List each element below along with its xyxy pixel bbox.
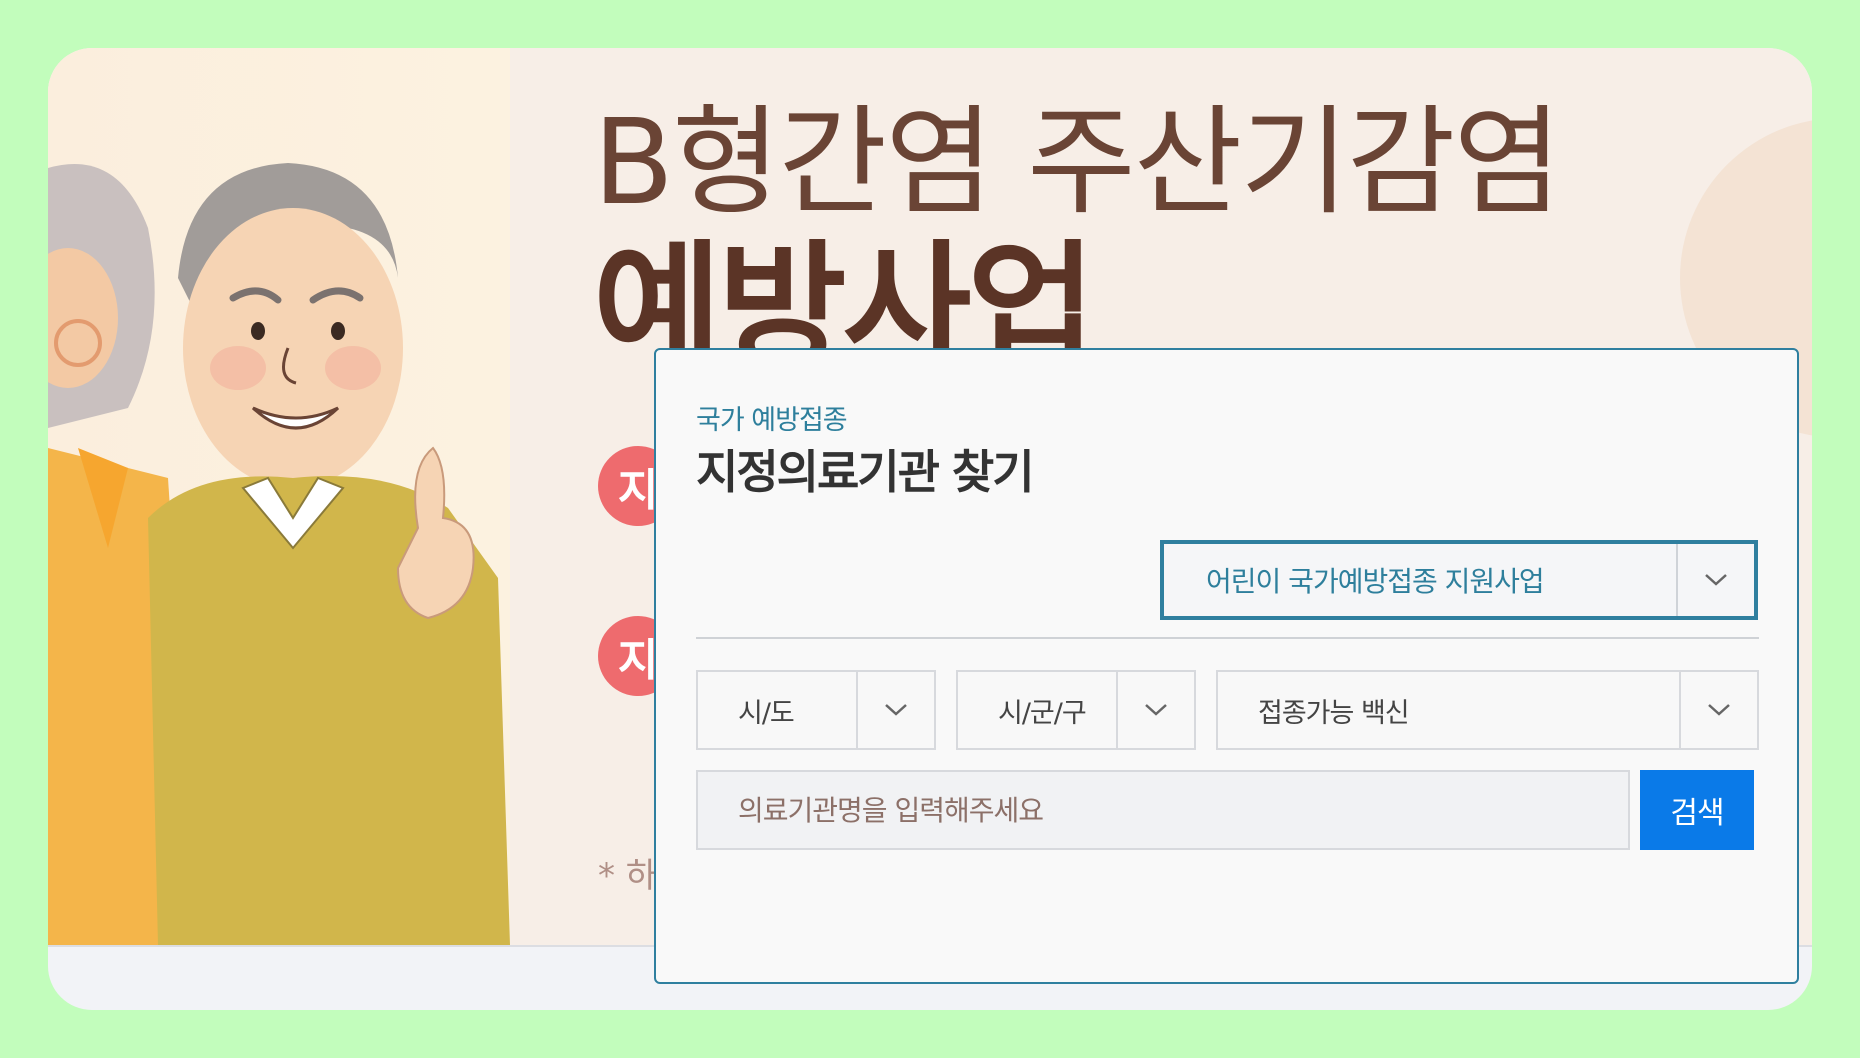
vaccine-select-value: 접종가능 백신	[1258, 697, 1410, 729]
chevron-down-icon[interactable]	[1679, 672, 1757, 748]
panel-eyebrow: 국가 예방접종	[696, 405, 848, 436]
chevron-down-icon[interactable]	[1676, 544, 1754, 616]
chevron-down-icon[interactable]	[1116, 672, 1194, 748]
illustration-svg	[48, 163, 510, 945]
province-select[interactable]: 시/도	[696, 670, 936, 750]
clinic-name-search-input[interactable]	[696, 770, 1630, 850]
search-button[interactable]: 검색	[1640, 770, 1754, 850]
banner-footnote: * 하	[598, 856, 658, 896]
banner-title: B형간염 주산기감염	[593, 93, 1562, 231]
panel-divider	[696, 637, 1759, 639]
district-select[interactable]: 시/군/구	[956, 670, 1196, 750]
elderly-couple-illustration	[48, 48, 510, 945]
program-select-value: 어린이 국가예방접종 지원사업	[1206, 565, 1545, 598]
clinic-finder-panel: 국가 예방접종 지정의료기관 찾기 어린이 국가예방접종 지원사업 시/도 시/…	[654, 348, 1799, 984]
district-select-value: 시/군/구	[998, 697, 1087, 729]
chevron-down-icon[interactable]	[856, 672, 934, 748]
panel-title: 지정의료기관 찾기	[696, 445, 1035, 499]
province-select-value: 시/도	[738, 697, 795, 729]
vaccine-select[interactable]: 접종가능 백신	[1216, 670, 1759, 750]
program-select[interactable]: 어린이 국가예방접종 지원사업	[1160, 540, 1758, 620]
